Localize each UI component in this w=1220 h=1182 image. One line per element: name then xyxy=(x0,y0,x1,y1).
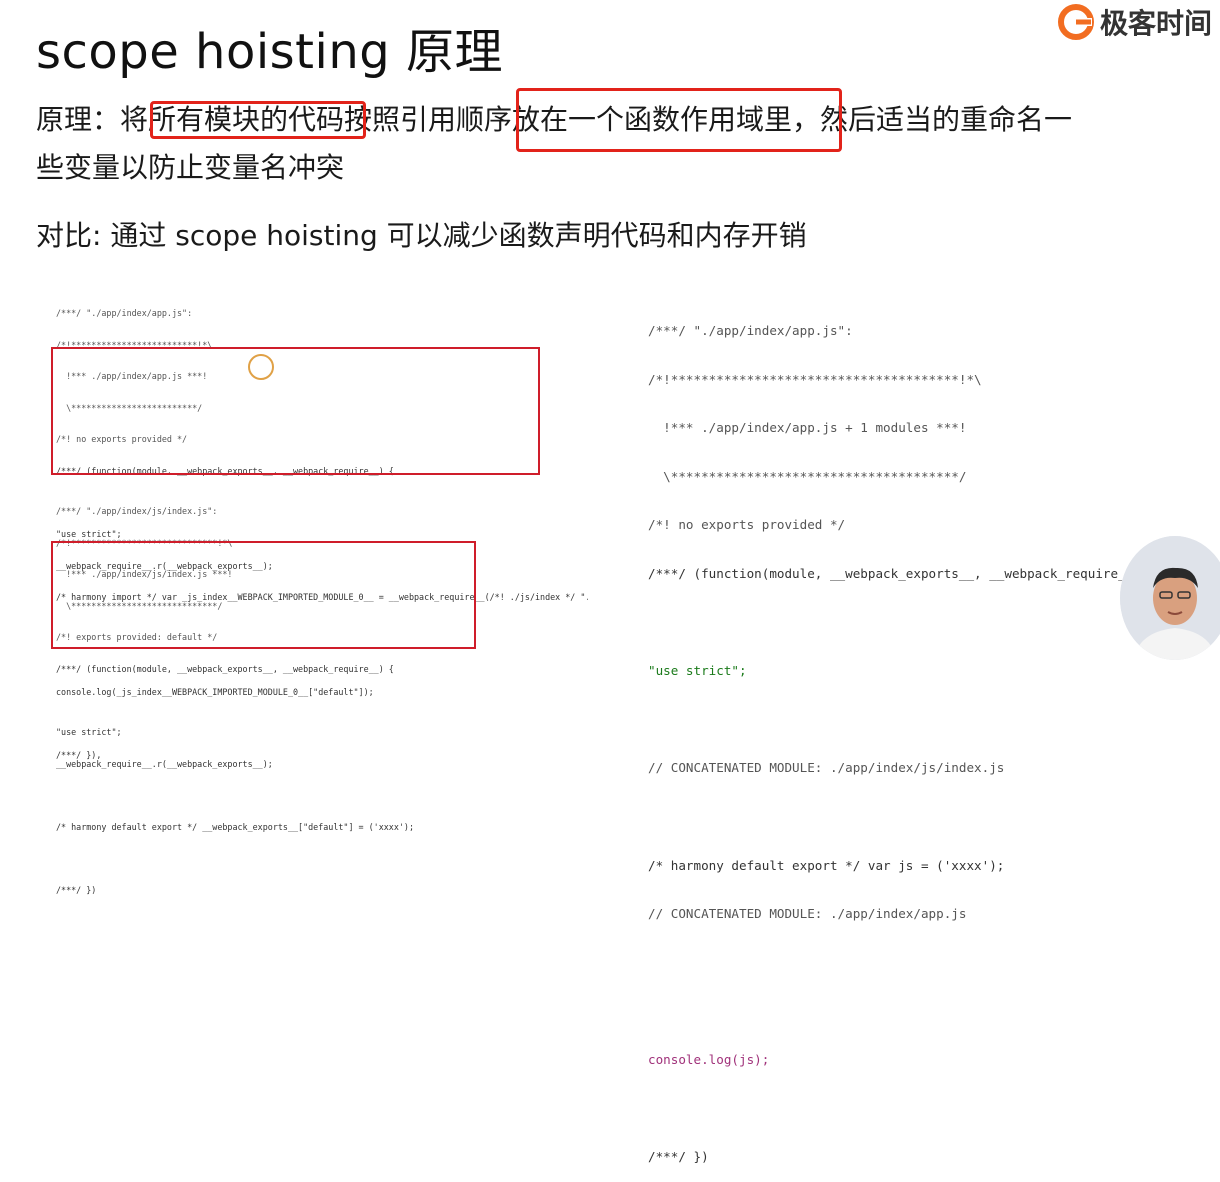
highlight-all-modules xyxy=(150,101,366,139)
highlight-one-function-scope xyxy=(516,88,842,152)
module-function-box-2 xyxy=(51,541,476,649)
presenter-avatar-icon xyxy=(1120,536,1220,660)
presenter-figure xyxy=(1120,536,1220,660)
geektime-logo: 极客时间 xyxy=(1058,0,1220,44)
module-function-box-1 xyxy=(51,347,540,475)
compare-line: 对比: 通过 scope hoisting 可以减少函数声明代码和内存开销 xyxy=(36,219,807,252)
cursor-ring-icon xyxy=(248,354,274,380)
slide-title: scope hoisting 原理 xyxy=(36,24,503,80)
logo-text: 极客时间 xyxy=(1100,7,1213,40)
geektime-logo-icon xyxy=(1058,4,1094,40)
code-block-hoisted: /***/ "./app/index/app.js": /*!*********… xyxy=(648,323,1156,1165)
principle-line-2: 些变量以防止变量名冲突 xyxy=(36,151,345,184)
